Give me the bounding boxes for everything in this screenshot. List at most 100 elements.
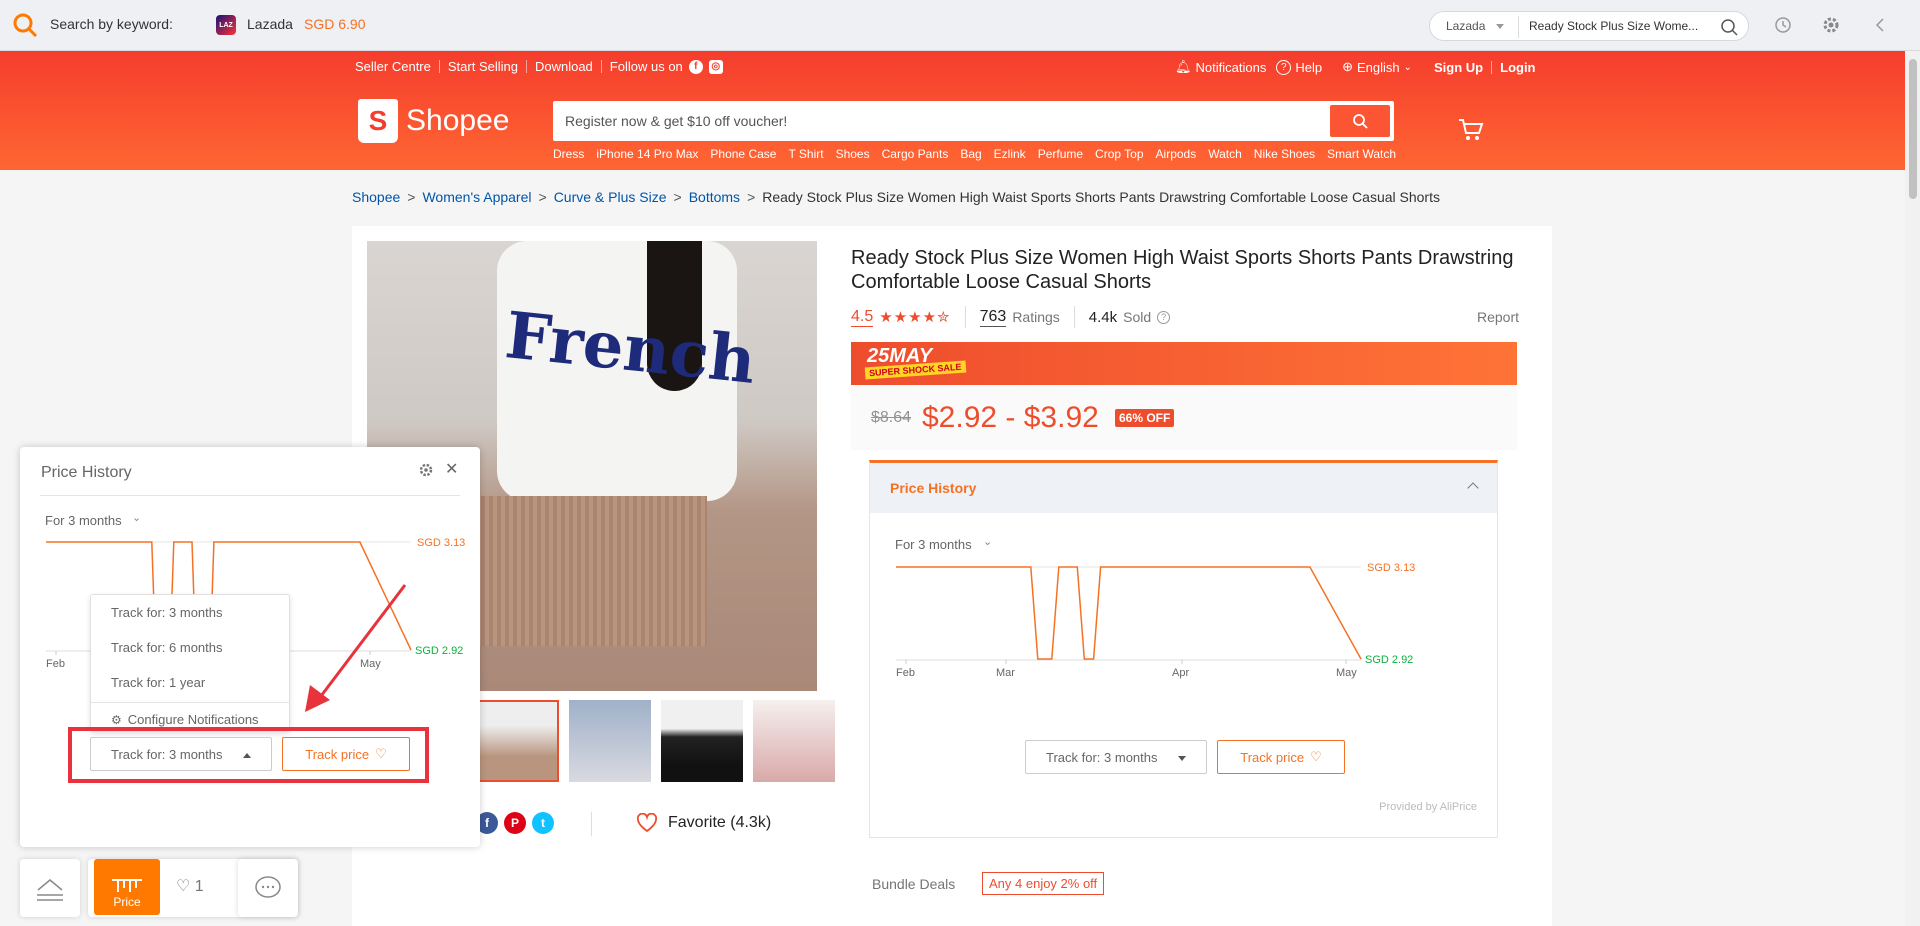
- scrollbar[interactable]: [1905, 51, 1920, 926]
- breadcrumb: Shopee > Women's Apparel > Curve & Plus Si…: [352, 189, 1440, 205]
- notifications-link[interactable]: Notifications: [1196, 60, 1267, 75]
- breadcrumb-link[interactable]: Shopee: [352, 189, 400, 205]
- favorites-count[interactable]: ♡ 1: [176, 876, 204, 896]
- history-icon[interactable]: [1773, 15, 1793, 35]
- price-history-header[interactable]: Price History: [870, 463, 1497, 513]
- keyword-link[interactable]: Crop Top: [1095, 147, 1143, 161]
- configure-notifications[interactable]: ⚙ Configure Notifications: [111, 712, 259, 727]
- chevron-down-icon[interactable]: ⌄: [132, 511, 141, 524]
- price-tab-label: Price: [113, 895, 141, 909]
- ratings-count[interactable]: 763: [979, 308, 1007, 327]
- search-logo-icon[interactable]: [12, 12, 38, 38]
- keyword-link[interactable]: Shoes: [836, 147, 870, 161]
- keyword-link[interactable]: iPhone 14 Pro Max: [596, 147, 698, 161]
- thumbnail[interactable]: [477, 700, 559, 782]
- bundle-deals-label: Bundle Deals: [872, 876, 956, 892]
- keyword-link[interactable]: T Shirt: [788, 147, 823, 161]
- store-select[interactable]: Lazada: [1446, 19, 1485, 33]
- dropdown-option[interactable]: Track for: 3 months: [111, 605, 223, 620]
- dropdown-option[interactable]: Track for: 6 months: [111, 640, 223, 655]
- facebook-icon[interactable]: f: [688, 59, 703, 74]
- track-price-label: Track price: [1240, 749, 1305, 765]
- search-icon[interactable]: [1720, 18, 1738, 36]
- current-price: $2.92 - $3.92: [922, 401, 1099, 434]
- settings-icon[interactable]: [1821, 15, 1841, 35]
- keyword-link[interactable]: Airpods: [1156, 147, 1197, 161]
- help-link[interactable]: Help: [1295, 60, 1322, 75]
- download-link[interactable]: Download: [535, 59, 593, 74]
- rating-score[interactable]: 4.5: [851, 308, 874, 327]
- keyword-link[interactable]: Cargo Pants: [882, 147, 949, 161]
- thumbnail[interactable]: [661, 700, 743, 782]
- cart-icon[interactable]: [1456, 114, 1486, 144]
- thumbnail[interactable]: [753, 700, 835, 782]
- divider: [1518, 16, 1519, 38]
- chevron-up-icon[interactable]: [1467, 482, 1479, 494]
- favorite-button[interactable]: Favorite (4.3k): [636, 813, 771, 833]
- keyword-input[interactable]: Ready Stock Plus Size Wome...: [1529, 19, 1699, 33]
- extension-toolbar: Search by keyword: LAZ Lazada SGD 6.90 L…: [0, 0, 1920, 51]
- keyword-link[interactable]: Bag: [960, 147, 981, 161]
- price-tab[interactable]: Price: [94, 859, 160, 915]
- period-select[interactable]: For 3 months: [895, 537, 972, 552]
- keyword-link[interactable]: Smart Watch: [1327, 147, 1396, 161]
- search-bar[interactable]: Register now & get $10 off voucher!: [553, 101, 1394, 141]
- language-select[interactable]: English: [1357, 60, 1400, 75]
- seller-centre-link[interactable]: Seller Centre: [355, 59, 431, 74]
- keyword-link[interactable]: Ezlink: [994, 147, 1026, 161]
- menu-button[interactable]: [20, 859, 80, 917]
- heart-icon: ♡: [176, 878, 191, 895]
- shopee-logo[interactable]: S Shopee: [358, 99, 509, 143]
- price-history-popup: Price History ✕ For 3 months ⌄ SGD 3.13 S…: [20, 447, 480, 847]
- search-button[interactable]: [1330, 105, 1390, 137]
- chevron-down-icon[interactable]: ⌄: [983, 535, 992, 548]
- store-name[interactable]: Lazada: [247, 16, 293, 32]
- provided-by[interactable]: Provided by AliPrice: [1379, 801, 1477, 813]
- info-icon[interactable]: ?: [1157, 310, 1171, 324]
- original-price: $8.64: [871, 409, 912, 426]
- close-icon[interactable]: ✕: [445, 459, 458, 479]
- favorite-label: Favorite (4.3k): [668, 814, 772, 831]
- start-selling-link[interactable]: Start Selling: [448, 59, 518, 74]
- chevron-down-icon[interactable]: [1496, 24, 1504, 29]
- search-input[interactable]: Register now & get $10 off voucher!: [565, 113, 787, 129]
- collapse-icon[interactable]: [1870, 15, 1890, 35]
- keyword-link[interactable]: Perfume: [1038, 147, 1083, 161]
- track-period-select[interactable]: Track for: 3 months: [1025, 740, 1207, 774]
- keyword-link[interactable]: Nike Shoes: [1254, 147, 1315, 161]
- chat-button[interactable]: [238, 859, 298, 917]
- keyword-link[interactable]: Watch: [1208, 147, 1242, 161]
- lazada-icon: LAZ: [216, 15, 236, 35]
- bundle-deal-tag[interactable]: Any 4 enjoy 2% off: [982, 872, 1105, 895]
- thumbnail[interactable]: [569, 700, 651, 782]
- breadcrumb-link[interactable]: Women's Apparel: [422, 189, 531, 205]
- home-icon: [37, 879, 63, 901]
- min-price-label: SGD 2.92: [1365, 654, 1413, 666]
- keyword-link[interactable]: Phone Case: [710, 147, 776, 161]
- discount-badge: 66% OFF: [1115, 409, 1175, 427]
- track-price-button[interactable]: Track price ♡: [1217, 740, 1345, 774]
- twitter-icon[interactable]: t: [532, 812, 554, 834]
- divider: [40, 495, 460, 496]
- divider: [591, 812, 592, 836]
- login-link[interactable]: Login: [1500, 60, 1535, 75]
- rating-row: 4.5 ★★★★✮ 763 Ratings 4.4k Sold ? Report: [851, 306, 1519, 328]
- store-price[interactable]: SGD 6.90: [304, 16, 365, 32]
- breadcrumb-link[interactable]: Curve & Plus Size: [554, 189, 667, 205]
- dropdown-option[interactable]: Track for: 1 year: [111, 675, 205, 690]
- chevron-right-icon: >: [538, 189, 547, 205]
- scrollbar-thumb[interactable]: [1909, 59, 1917, 199]
- popup-title: Price History: [41, 464, 132, 481]
- max-price-label: SGD 3.13: [1367, 562, 1415, 574]
- instagram-icon[interactable]: ◎: [708, 59, 723, 74]
- pinterest-icon[interactable]: P: [504, 812, 526, 834]
- gear-icon[interactable]: [418, 462, 434, 478]
- divider: [91, 702, 289, 703]
- price-history-title: Price History: [890, 480, 977, 496]
- breadcrumb-link[interactable]: Bottoms: [689, 189, 740, 205]
- report-link[interactable]: Report: [1477, 309, 1519, 325]
- track-period-label: Track for: 3 months: [1046, 749, 1158, 765]
- signup-link[interactable]: Sign Up: [1434, 60, 1483, 75]
- period-select[interactable]: For 3 months: [45, 513, 122, 528]
- keyword-link[interactable]: Dress: [553, 147, 584, 161]
